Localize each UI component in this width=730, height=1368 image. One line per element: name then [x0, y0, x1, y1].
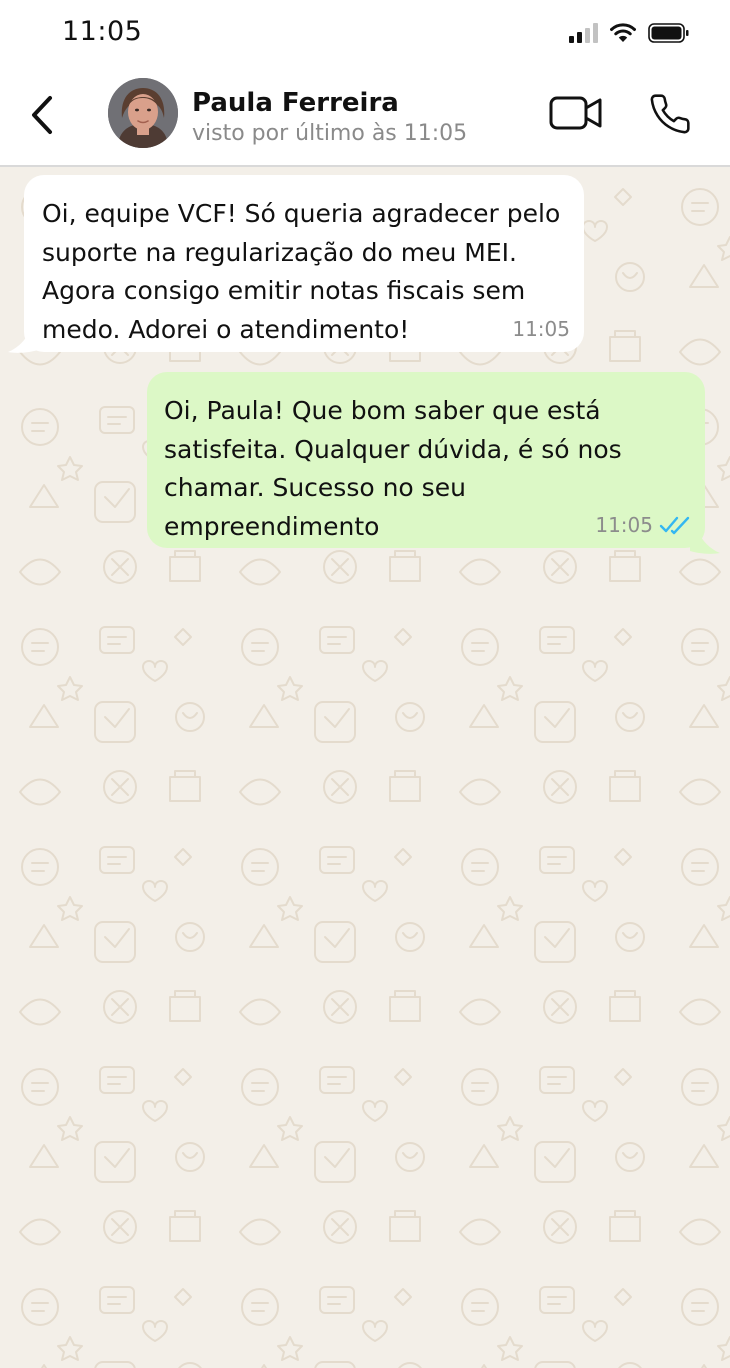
battery-icon	[648, 23, 689, 43]
back-button[interactable]	[26, 92, 62, 138]
back-chevron-icon	[32, 96, 52, 134]
contact-photo	[108, 78, 178, 148]
video-call-button[interactable]	[549, 94, 603, 132]
cellular-signal-icon	[569, 23, 598, 43]
status-bar: 11:05	[0, 0, 730, 66]
message-time: 11:05	[595, 512, 653, 537]
phone-icon	[650, 94, 690, 134]
wifi-icon	[610, 23, 636, 42]
incoming-message[interactable]: Oi, equipe VCF! Só queria agradecer pelo…	[24, 175, 584, 352]
message-meta: 11:05	[595, 506, 691, 545]
chat-header: Paula Ferreira visto por último às 11:05	[0, 66, 730, 167]
status-time: 11:05	[62, 16, 143, 47]
message-time: 11:05	[512, 316, 570, 341]
chat-area[interactable]: Oi, equipe VCF! Só queria agradecer pelo…	[0, 167, 730, 1368]
last-seen-status: visto por último às 11:05	[192, 121, 468, 146]
outgoing-message[interactable]: Oi, Paula! Que bom saber que está satisf…	[147, 372, 705, 548]
double-check-read-icon	[659, 516, 690, 534]
status-icons	[569, 20, 690, 46]
video-camera-icon	[549, 96, 602, 130]
avatar[interactable]	[108, 78, 178, 148]
contact-name[interactable]: Paula Ferreira	[192, 88, 399, 118]
voice-call-button[interactable]	[648, 92, 692, 136]
chat-screen: 11:05 Paula Ferreira visto por último às…	[0, 0, 730, 1368]
message-text: Oi, equipe VCF! Só queria agradecer pelo…	[42, 199, 561, 344]
